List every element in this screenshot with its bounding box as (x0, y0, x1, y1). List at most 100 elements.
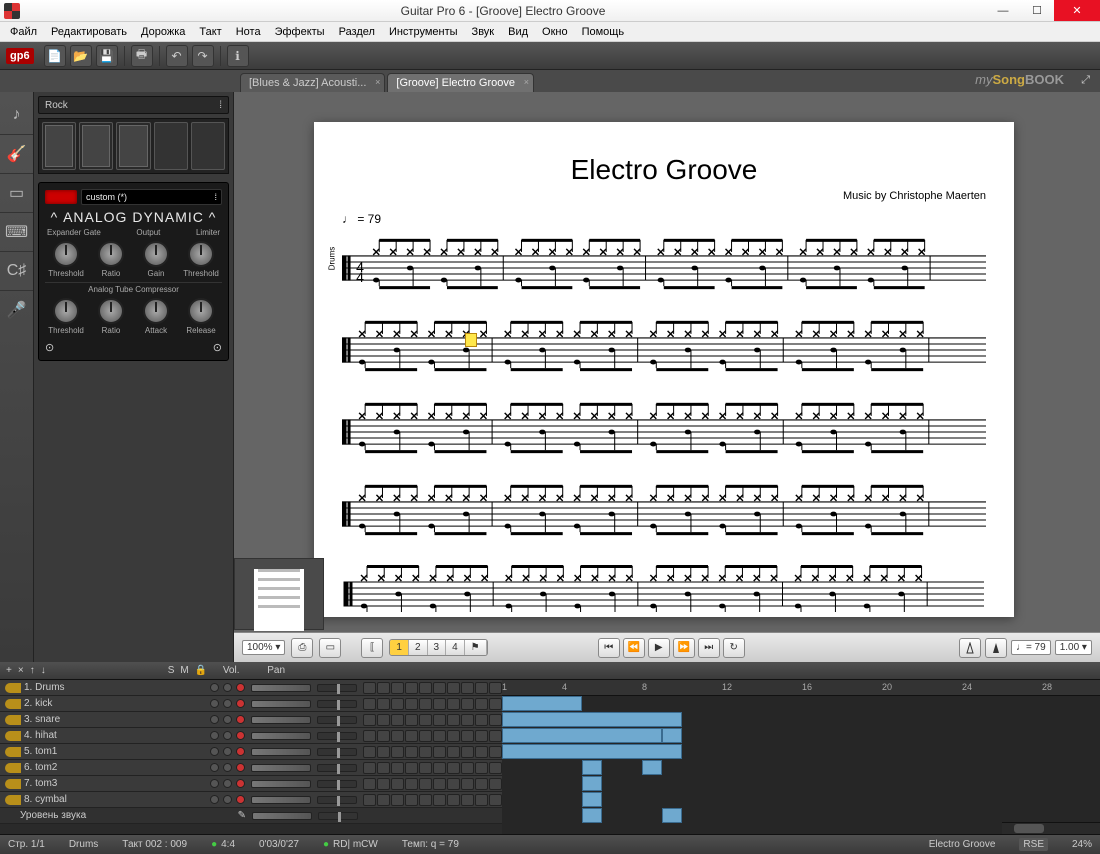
undo-button[interactable]: ↶ (166, 45, 188, 67)
track-row[interactable]: 3. snare (0, 712, 502, 728)
first-button[interactable]: ⏮ (598, 638, 620, 658)
master-volume-slider[interactable] (252, 812, 312, 820)
add-track-icon[interactable]: + (6, 665, 12, 676)
page-thumbnails[interactable] (234, 558, 324, 630)
solo-toggle[interactable] (210, 731, 219, 740)
view-toggles[interactable] (363, 762, 502, 774)
clip[interactable] (502, 712, 682, 727)
volume-slider[interactable] (251, 796, 311, 804)
info-button[interactable]: ℹ (227, 45, 249, 67)
knob-threshold2[interactable]: Threshold (180, 241, 222, 278)
view-screen-button[interactable]: ▭ (319, 638, 341, 658)
mute-toggle[interactable] (223, 747, 232, 756)
menu-bar-item[interactable]: Такт (193, 24, 227, 40)
loop-button[interactable]: ↻ (723, 638, 745, 658)
pan-knob[interactable] (317, 796, 357, 804)
metronome-button[interactable] (959, 638, 981, 658)
rewind-button[interactable]: ⏪ (623, 638, 645, 658)
menu-view[interactable]: Вид (502, 24, 534, 40)
preset-dropdown[interactable]: custom (*) ⁞ (81, 189, 222, 205)
volume-slider[interactable] (251, 732, 311, 740)
record-toggle[interactable] (236, 699, 245, 708)
last-button[interactable]: ⏭ (698, 638, 720, 658)
menu-help[interactable]: Помощь (576, 24, 631, 40)
arrangement-timeline[interactable]: 1481216202428 (502, 680, 1100, 834)
volume-slider[interactable] (251, 684, 311, 692)
section-markers[interactable]: 1 2 3 4 ⚑ (389, 639, 487, 656)
track-row[interactable]: 1. Drums (0, 680, 502, 696)
volume-slider[interactable] (251, 764, 311, 772)
guitar-icon[interactable]: 🎸 (4, 141, 30, 167)
keyboard-icon[interactable]: ⌨ (4, 219, 30, 245)
amp-icon[interactable]: ▭ (4, 180, 30, 206)
mute-toggle[interactable] (223, 779, 232, 788)
track-row[interactable]: 5. tom1 (0, 744, 502, 760)
mute-toggle[interactable] (223, 715, 232, 724)
knob-attack[interactable]: Attack (135, 298, 177, 335)
record-toggle[interactable] (236, 683, 245, 692)
record-toggle[interactable] (236, 763, 245, 772)
score-page[interactable]: Electro Groove Music by Christophe Maert… (314, 122, 1014, 617)
close-tab-icon[interactable]: × (375, 77, 380, 87)
remove-track-icon[interactable]: × (18, 665, 24, 676)
view-toggles[interactable] (363, 714, 502, 726)
record-toggle[interactable] (236, 779, 245, 788)
menu-effects[interactable]: Эффекты (269, 24, 331, 40)
solo-toggle[interactable] (210, 763, 219, 772)
mic-icon[interactable]: 🎤 (4, 297, 30, 323)
music-stave-1[interactable]: Drums 44 (342, 234, 986, 298)
solo-toggle[interactable] (210, 683, 219, 692)
record-toggle[interactable] (236, 747, 245, 756)
clip[interactable] (662, 808, 682, 823)
clip[interactable] (582, 776, 602, 791)
flag-icon[interactable]: ⚑ (465, 640, 487, 655)
print-button[interactable]: 🖶 (131, 45, 153, 67)
view-toggles[interactable] (363, 682, 502, 694)
menu-file[interactable]: Файл (4, 24, 43, 40)
tempo-field[interactable]: ♩= 79 (1011, 640, 1051, 655)
forward-button[interactable]: ⏩ (673, 638, 695, 658)
clip[interactable] (502, 728, 662, 743)
pan-knob[interactable] (317, 764, 357, 772)
knob-threshold3[interactable]: Threshold (45, 298, 87, 335)
mute-toggle[interactable] (223, 795, 232, 804)
close-tab-icon[interactable]: × (524, 77, 529, 87)
view-toggles[interactable] (363, 730, 502, 742)
view-toggles[interactable] (363, 698, 502, 710)
record-toggle[interactable] (236, 715, 245, 724)
menu-note[interactable]: Нота (230, 24, 267, 40)
preset-select[interactable]: Rock ⁞ (38, 96, 229, 114)
volume-slider[interactable] (251, 700, 311, 708)
knob-gain[interactable]: Gain (135, 241, 177, 278)
solo-toggle[interactable] (210, 779, 219, 788)
move-down-icon[interactable]: ↓ (41, 665, 46, 676)
view-page-button[interactable]: ⎙ (291, 638, 313, 658)
document-tab-active[interactable]: [Groove] Electro Groove × (387, 73, 534, 92)
knob-ratio2[interactable]: Ratio (90, 298, 132, 335)
menu-tools[interactable]: Инструменты (383, 24, 464, 40)
clip[interactable] (582, 792, 602, 807)
minimize-button[interactable]: — (986, 0, 1020, 21)
speed-field[interactable]: 1.00 ▾ (1055, 640, 1092, 655)
maximize-button[interactable]: ☐ (1020, 0, 1054, 21)
clip[interactable] (642, 760, 662, 775)
music-stave-5[interactable] (342, 562, 986, 612)
knob-release[interactable]: Release (180, 298, 222, 335)
power-led-icon[interactable] (45, 190, 77, 204)
pan-knob[interactable] (317, 700, 357, 708)
record-toggle[interactable] (236, 731, 245, 740)
view-toggles[interactable] (363, 746, 502, 758)
zoom-select[interactable]: 100% ▾ (242, 640, 285, 655)
pedal-slot-3[interactable] (116, 122, 150, 170)
pencil-icon[interactable]: ✎ (238, 810, 246, 821)
menu-section[interactable]: Раздел (333, 24, 381, 40)
expand-icon[interactable]: ⤢ (1081, 74, 1090, 87)
thumbnail-page[interactable] (254, 569, 304, 631)
new-button[interactable]: 📄 (44, 45, 66, 67)
volume-slider[interactable] (251, 780, 311, 788)
document-tab-prev[interactable]: [Blues & Jazz] Acousti... × (240, 73, 385, 92)
countdown-button[interactable] (985, 638, 1007, 658)
move-up-icon[interactable]: ↑ (30, 665, 35, 676)
track-row[interactable]: 7. tom3 (0, 776, 502, 792)
clip[interactable] (582, 808, 602, 823)
